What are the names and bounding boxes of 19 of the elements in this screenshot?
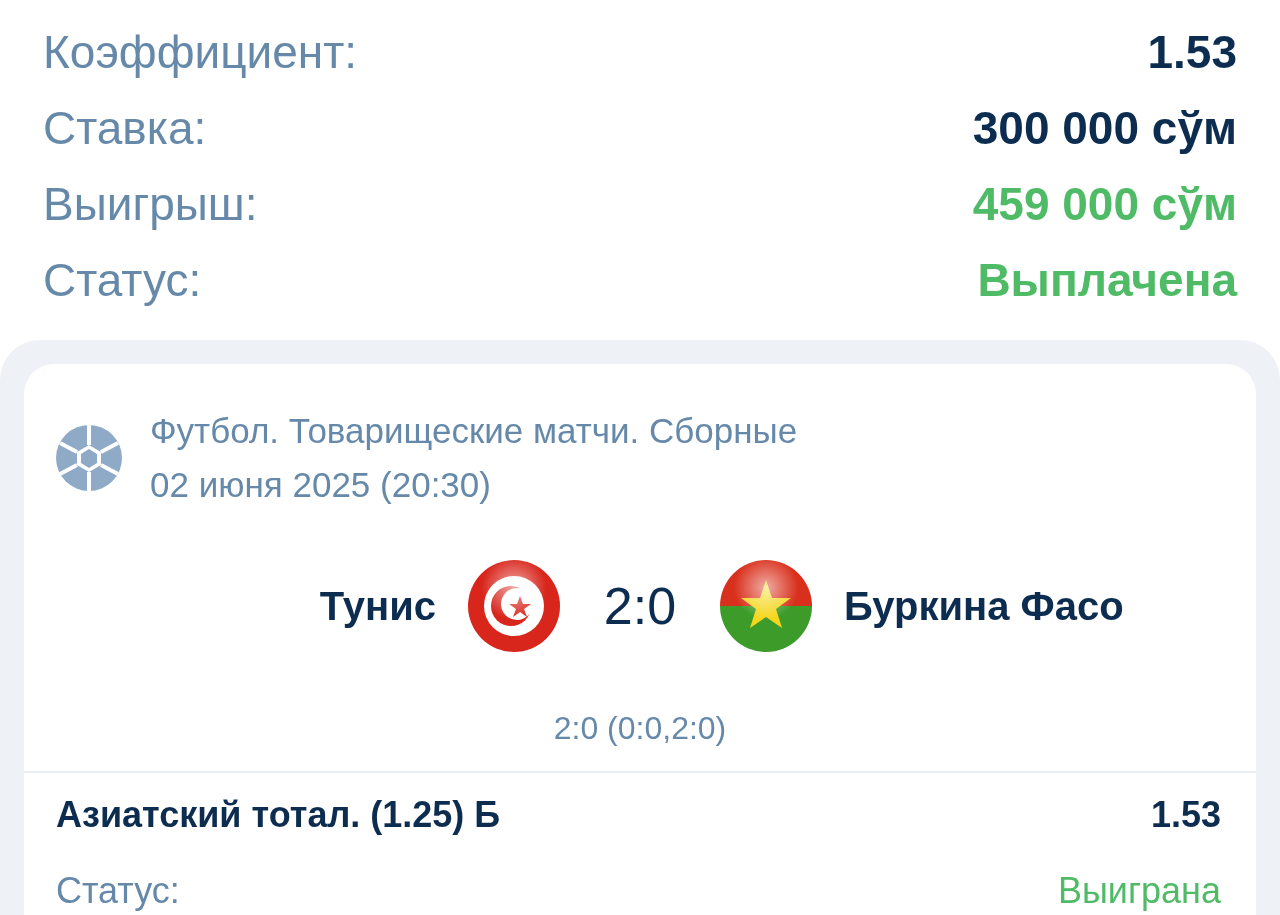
- soccer-ball-icon: [56, 425, 122, 491]
- summary-value: 459 000 сўм: [972, 177, 1237, 231]
- summary-label: Выигрыш:: [43, 177, 258, 231]
- away-team: Буркина Фасо: [844, 583, 1125, 629]
- summary-label: Ставка:: [43, 101, 207, 155]
- bet-odds: 1.53: [1150, 794, 1221, 836]
- bet-market: Азиатский тотал. (1.25) Б: [56, 794, 501, 836]
- match-date: 02 июня 2025 (20:30): [150, 464, 492, 506]
- status-label: Статус:: [56, 870, 180, 912]
- match-score: 2:0: [602, 576, 678, 636]
- score-detail: 2:0 (0:0,2:0): [553, 710, 727, 746]
- tournament-name: Футбол. Товарищеские матчи. Сборные: [150, 410, 798, 452]
- summary-label: Статус:: [43, 253, 202, 307]
- bet-status: Выиграна: [1057, 870, 1221, 912]
- summary-value: 300 000 сўм: [972, 101, 1237, 155]
- summary-value: 1.53: [1147, 25, 1237, 79]
- summary-label: Коэффициент:: [43, 25, 358, 79]
- home-team: Тунис: [318, 583, 436, 629]
- summary-value: Выплачена: [977, 253, 1237, 307]
